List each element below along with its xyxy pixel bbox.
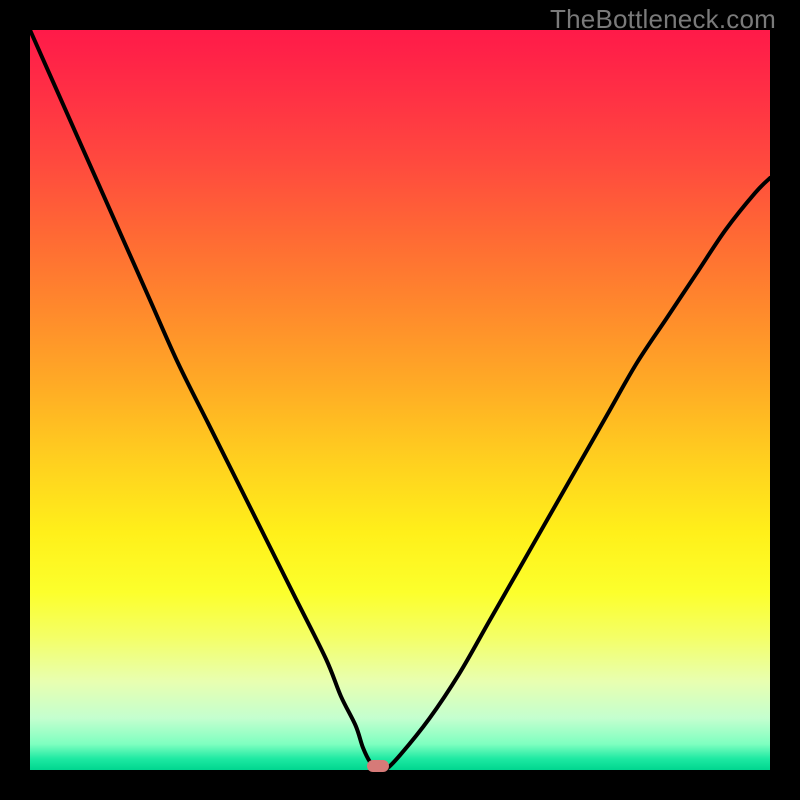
chart-frame: TheBottleneck.com: [0, 0, 800, 800]
plot-area: [30, 30, 770, 770]
bottleneck-curve: [30, 30, 770, 770]
optimum-marker: [367, 760, 389, 772]
watermark-text: TheBottleneck.com: [550, 4, 776, 35]
